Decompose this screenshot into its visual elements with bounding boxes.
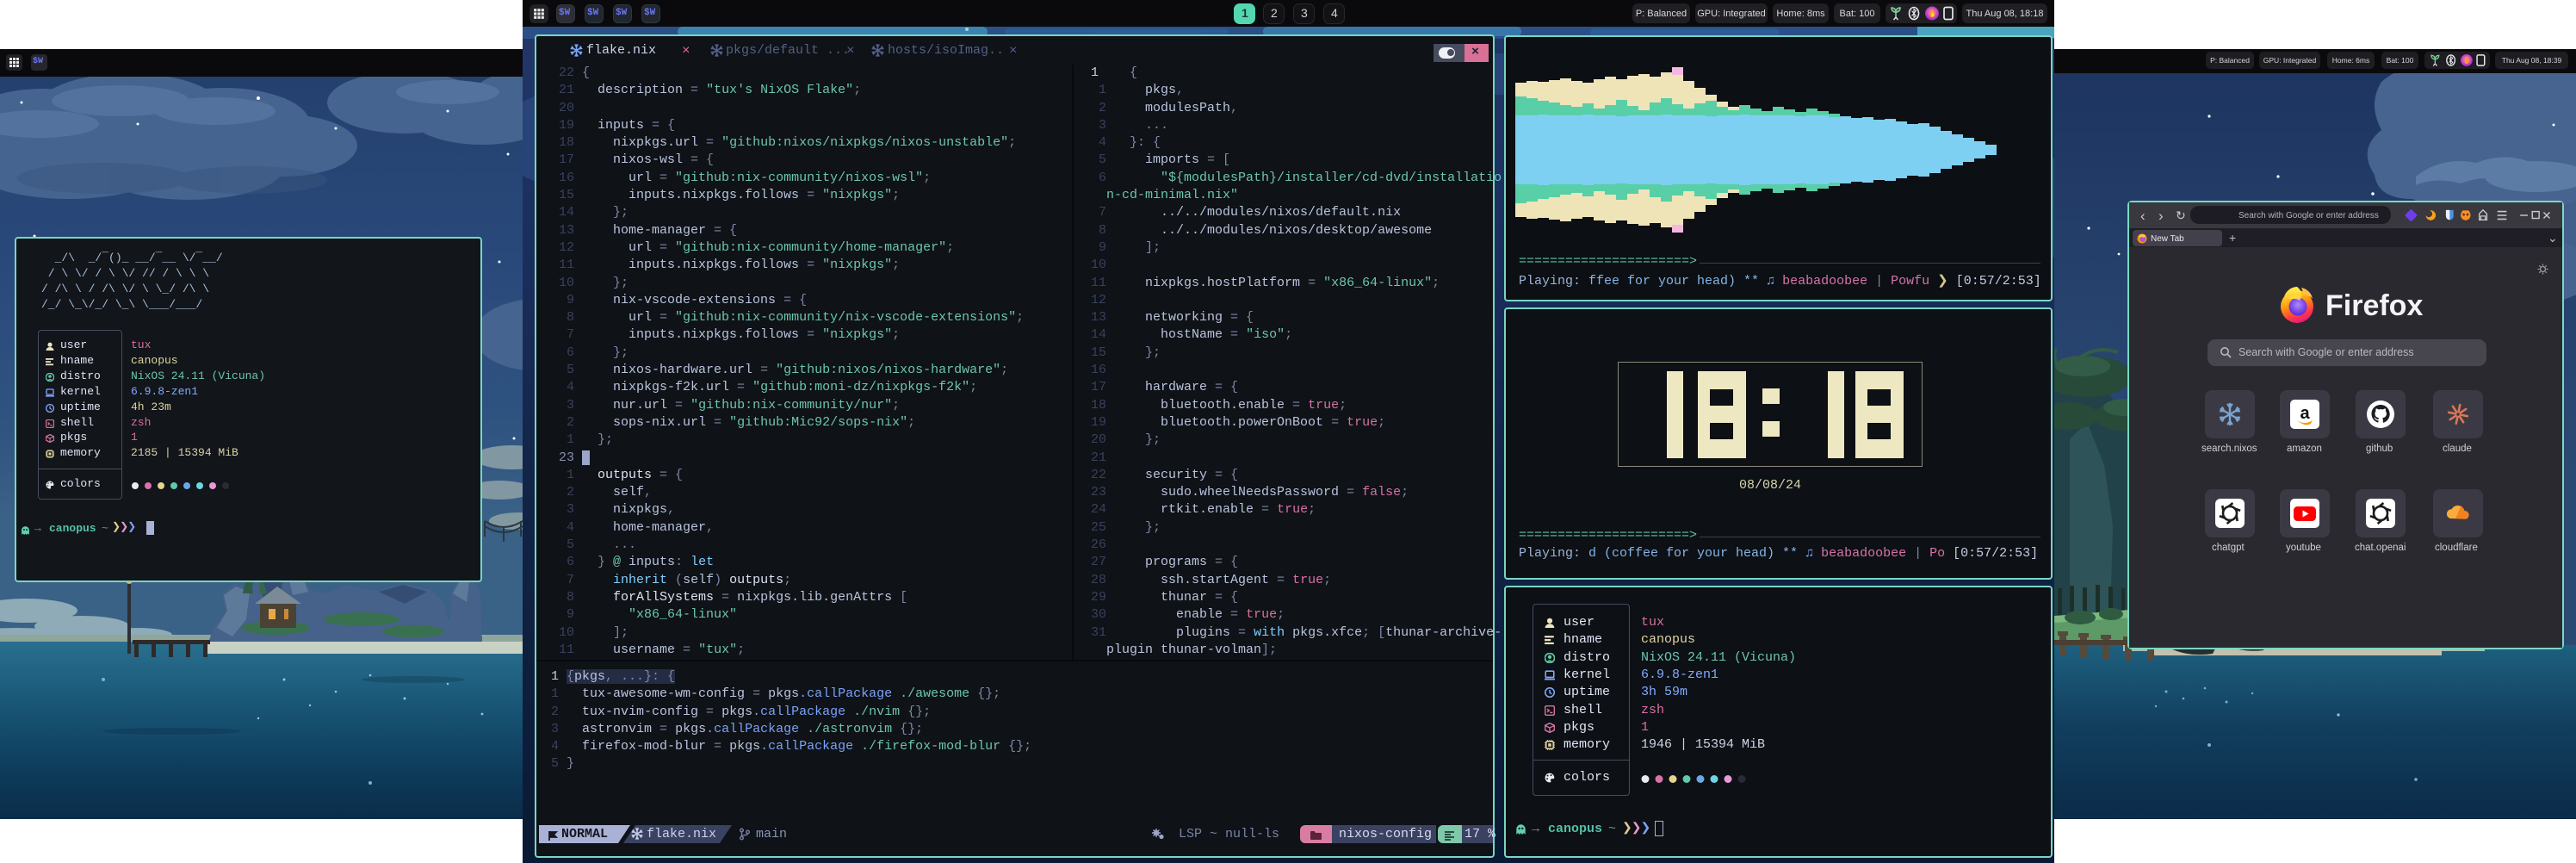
svg-text:a: a bbox=[2300, 404, 2310, 423]
